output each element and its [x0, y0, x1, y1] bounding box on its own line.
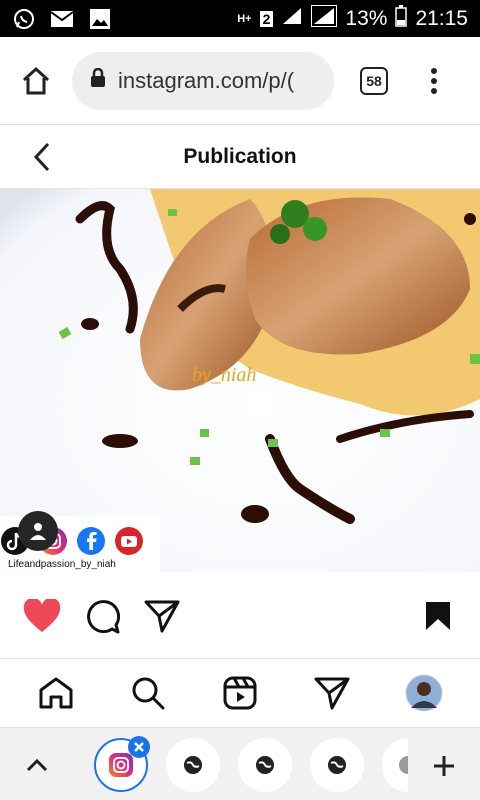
close-icon — [134, 742, 144, 752]
post-image[interactable]: by_niah Lifeandpassion_by_niah — [0, 189, 480, 572]
nav-search[interactable] — [128, 673, 168, 713]
nav-direct[interactable] — [312, 673, 352, 713]
chevron-left-icon — [33, 142, 50, 172]
save-button[interactable] — [418, 596, 458, 636]
battery-percent: 13% — [345, 6, 388, 30]
tab-switcher-button[interactable]: 58 — [334, 66, 414, 95]
send-icon — [314, 677, 350, 710]
plus-icon — [434, 756, 454, 776]
expand-button[interactable] — [22, 750, 52, 780]
gallery-icon — [88, 8, 112, 30]
browser-menu-button[interactable] — [414, 67, 454, 94]
bookmark-icon — [426, 602, 450, 630]
home-icon — [39, 677, 73, 709]
facebook-icon — [76, 526, 106, 561]
mail-icon — [50, 8, 74, 30]
network-type: H+ — [237, 12, 252, 25]
sim-slot-badge: 2 — [259, 10, 274, 27]
browser-bottom-bar — [0, 727, 480, 800]
tab-count: 58 — [360, 66, 388, 95]
home-button[interactable] — [0, 37, 72, 125]
signal-icon-2 — [310, 3, 339, 33]
status-bar: H+ 2 13% 21:15 — [0, 0, 480, 37]
nav-home[interactable] — [36, 673, 76, 713]
youtube-icon — [114, 526, 144, 561]
lock-icon — [90, 67, 106, 93]
open-tab-globe-4[interactable] — [382, 738, 408, 792]
tagged-user-button[interactable] — [18, 511, 58, 551]
nav-profile[interactable] — [404, 673, 444, 713]
social-caption: Lifeandpassion_by_niah — [8, 559, 116, 570]
person-icon — [30, 523, 46, 540]
open-tab-globe-1[interactable] — [166, 738, 220, 792]
reels-icon — [223, 676, 257, 710]
post-header: Publication — [0, 125, 480, 189]
instagram-bottom-nav — [0, 658, 480, 726]
post-actions — [0, 590, 480, 646]
browser-toolbar: instagram.com/p/( 58 — [0, 37, 480, 125]
globe-icon — [184, 756, 202, 774]
globe-icon — [399, 756, 408, 774]
open-tab-globe-3[interactable] — [310, 738, 364, 792]
battery-icon — [395, 4, 408, 33]
open-tab-globe-2[interactable] — [238, 738, 292, 792]
heart-icon — [23, 599, 61, 632]
new-tab-button[interactable] — [426, 748, 462, 784]
chevron-up-icon — [26, 758, 48, 772]
whatsapp-icon — [12, 8, 36, 30]
url-text: instagram.com/p/( — [118, 67, 295, 93]
watermark: by_niah — [192, 364, 257, 386]
back-button[interactable] — [24, 139, 60, 175]
send-icon — [144, 600, 180, 633]
share-button[interactable] — [142, 596, 182, 636]
search-icon — [132, 677, 165, 710]
page-title: Publication — [183, 144, 297, 168]
avatar — [405, 674, 443, 712]
clock: 21:15 — [415, 6, 468, 30]
comment-button[interactable] — [82, 596, 122, 636]
address-bar[interactable]: instagram.com/p/( — [72, 51, 334, 110]
globe-icon — [256, 756, 274, 774]
signal-icon-1 — [281, 6, 303, 32]
home-icon — [22, 67, 50, 94]
globe-icon — [328, 756, 346, 774]
instagram-icon — [109, 753, 133, 777]
close-tab-button[interactable] — [128, 736, 150, 758]
more-vert-icon — [431, 67, 437, 94]
comment-icon — [87, 600, 120, 634]
like-button[interactable] — [22, 596, 62, 636]
nav-reels[interactable] — [220, 673, 260, 713]
